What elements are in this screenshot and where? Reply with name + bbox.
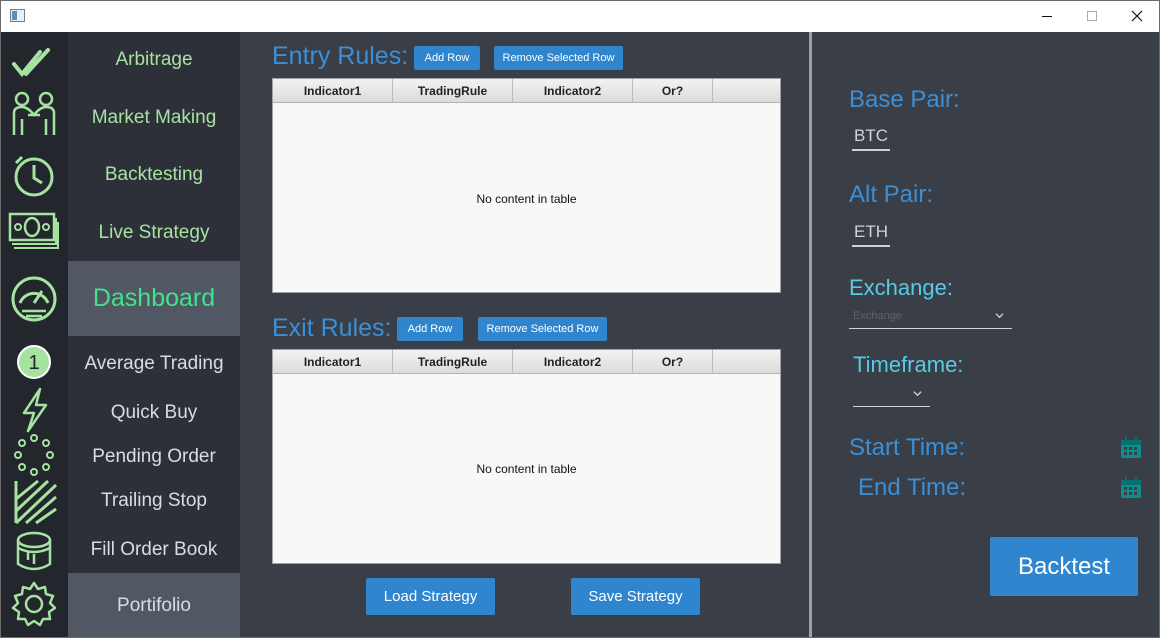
- app-window: 1 Arbitrage Market Making Backtesting Li…: [0, 0, 1160, 638]
- check-double-icon[interactable]: [7, 38, 61, 88]
- timeframe-label: Timeframe:: [853, 352, 964, 377]
- nav-item-dashboard[interactable]: Dashboard: [68, 261, 240, 336]
- icon-rail: 1: [1, 32, 68, 637]
- title-bar: [1, 1, 1159, 32]
- minimize-icon: [1042, 15, 1052, 17]
- entry-empty-message: No content in table: [476, 192, 577, 206]
- panel-divider[interactable]: [809, 32, 812, 637]
- lightning-icon[interactable]: [7, 385, 61, 435]
- nav-item-average-trading[interactable]: Average Trading: [68, 353, 240, 375]
- base-pair-field[interactable]: BTC: [852, 126, 890, 151]
- column-header-indicator2[interactable]: Indicator2: [513, 350, 633, 373]
- nav-item-pending-order[interactable]: Pending Order: [68, 446, 240, 468]
- entry-rules-title: Entry Rules:: [272, 42, 409, 70]
- calendar-icon[interactable]: [1120, 477, 1142, 499]
- nav-item-fill-order-book[interactable]: Fill Order Book: [68, 539, 240, 561]
- svg-text:1: 1: [28, 352, 39, 374]
- clock-icon[interactable]: [7, 151, 61, 201]
- end-time-label: End Time:: [858, 474, 967, 501]
- nav-item-quick-buy[interactable]: Quick Buy: [68, 402, 240, 424]
- exit-add-row-button[interactable]: Add Row: [397, 317, 463, 341]
- rules-panel: Entry Rules: Add Row Remove Selected Row…: [240, 32, 809, 637]
- exit-rules-title: Exit Rules:: [272, 314, 392, 342]
- chevron-down-icon: [995, 313, 1004, 319]
- nav-item-market-making[interactable]: Market Making: [68, 107, 240, 129]
- exchange-label: Exchange:: [849, 275, 953, 300]
- nav-item-trailing-stop[interactable]: Trailing Stop: [68, 490, 240, 512]
- exit-remove-row-button[interactable]: Remove Selected Row: [478, 317, 607, 341]
- start-time-field[interactable]: [977, 438, 1113, 464]
- minimize-button[interactable]: [1024, 1, 1070, 31]
- timeframe-select[interactable]: [853, 383, 930, 407]
- maximize-button[interactable]: [1069, 1, 1115, 31]
- nav-item-live-strategy[interactable]: Live Strategy: [68, 222, 240, 244]
- base-pair-label: Base Pair:: [849, 86, 960, 113]
- column-header-indicator1[interactable]: Indicator1: [273, 350, 393, 373]
- alt-pair-field[interactable]: ETH: [852, 222, 890, 247]
- entry-table-header: Indicator1 TradingRule Indicator2 Or?: [273, 79, 780, 103]
- number-one-icon[interactable]: 1: [7, 337, 61, 387]
- column-header-tradingrule[interactable]: TradingRule: [393, 350, 513, 373]
- alt-pair-label: Alt Pair:: [849, 181, 934, 208]
- exit-empty-message: No content in table: [476, 462, 577, 476]
- chevron-down-icon: [913, 391, 922, 397]
- nav-item-portfolio[interactable]: Portifolio: [68, 573, 240, 637]
- entry-remove-row-button[interactable]: Remove Selected Row: [494, 46, 623, 70]
- column-header-tradingrule[interactable]: TradingRule: [393, 79, 513, 102]
- column-header-indicator2[interactable]: Indicator2: [513, 79, 633, 102]
- app-icon: [10, 9, 25, 22]
- backtest-button[interactable]: Backtest: [990, 537, 1138, 596]
- exchange-select[interactable]: Exchange: [849, 305, 1012, 329]
- load-strategy-button[interactable]: Load Strategy: [366, 578, 495, 615]
- chart-lines-icon[interactable]: [7, 477, 61, 527]
- nav-item-backtesting[interactable]: Backtesting: [68, 164, 240, 186]
- column-header-or[interactable]: Or?: [633, 350, 713, 373]
- exit-table-header: Indicator1 TradingRule Indicator2 Or?: [273, 350, 780, 374]
- calendar-icon[interactable]: [1120, 437, 1142, 459]
- column-header-indicator1[interactable]: Indicator1: [273, 79, 393, 102]
- close-icon: [1131, 10, 1143, 22]
- start-time-label: Start Time:: [849, 434, 966, 461]
- entry-add-row-button[interactable]: Add Row: [414, 46, 480, 70]
- nav-item-arbitrage[interactable]: Arbitrage: [68, 49, 240, 71]
- gear-icon[interactable]: [7, 579, 61, 629]
- handshake-icon[interactable]: [7, 89, 61, 139]
- loading-dots-icon[interactable]: [7, 429, 61, 479]
- money-icon[interactable]: [7, 206, 61, 256]
- entry-rules-table[interactable]: Indicator1 TradingRule Indicator2 Or? No…: [272, 78, 781, 293]
- maximize-icon: [1087, 11, 1097, 21]
- paint-bucket-icon[interactable]: [7, 526, 61, 576]
- nav-menu: Arbitrage Market Making Backtesting Live…: [68, 32, 240, 637]
- exchange-placeholder: Exchange: [853, 310, 902, 322]
- end-time-field[interactable]: [977, 478, 1113, 504]
- save-strategy-button[interactable]: Save Strategy: [571, 578, 700, 615]
- gauge-icon[interactable]: [7, 273, 61, 323]
- column-header-or[interactable]: Or?: [633, 79, 713, 102]
- close-button[interactable]: [1114, 1, 1159, 31]
- exit-rules-table[interactable]: Indicator1 TradingRule Indicator2 Or? No…: [272, 349, 781, 564]
